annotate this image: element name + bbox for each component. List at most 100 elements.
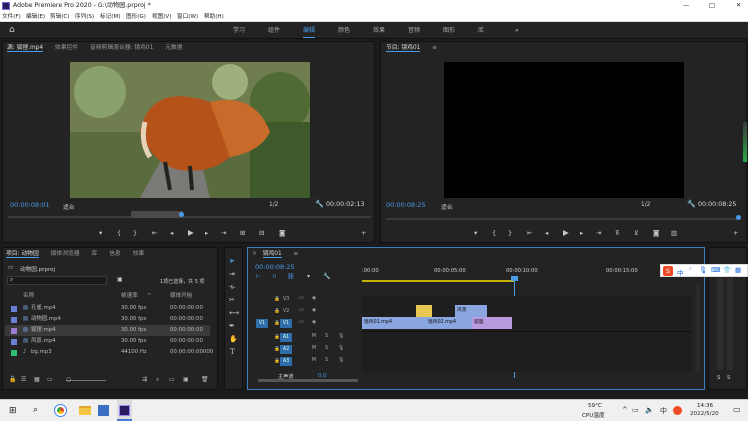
tab-info[interactable]: 信息 <box>109 251 121 257</box>
linked-selection-icon[interactable]: ⛓ <box>287 273 295 280</box>
home-icon[interactable]: ⌂ <box>9 25 15 35</box>
menu-help[interactable]: 帮助(H) <box>204 12 224 22</box>
zoom-slider-handle[interactable]: ○ <box>66 376 71 383</box>
project-item[interactable]: ▤ 风景.mp4 30.00 fps 00:00:00:00 <box>5 336 210 347</box>
project-item[interactable]: ▤ 孔雀.mp4 30.00 fps 00:00:00:00 <box>5 303 210 314</box>
source-scale-select[interactable]: 1/2 <box>269 202 278 208</box>
time-ruler[interactable]: :00:00 00:00:05:00 00:00:10:00 00:00:15:… <box>362 266 697 284</box>
file-explorer-icon[interactable] <box>79 406 91 415</box>
timeline-settings-icon[interactable]: 🔧 <box>323 273 330 280</box>
tab-effect-controls[interactable]: 效果控件 <box>55 45 78 51</box>
new-bin-search-icon[interactable]: ▣ <box>117 276 123 283</box>
clip-sequence02[interactable]: 镜鸡02.mp4 <box>426 317 472 329</box>
mark-in-icon[interactable]: { <box>117 229 121 237</box>
program-mark-in-icon[interactable]: { <box>492 229 496 237</box>
mute-button[interactable]: M <box>312 346 316 351</box>
toolbox-icon[interactable]: ▦ <box>735 266 741 274</box>
eye-icon[interactable]: ◉ <box>312 320 316 325</box>
source-scrubber[interactable] <box>8 216 371 218</box>
chrome-icon[interactable] <box>54 404 67 417</box>
mark-out-icon[interactable]: } <box>133 229 137 237</box>
more-workspaces-icon[interactable]: » <box>515 22 519 39</box>
solo-button[interactable]: S <box>325 346 328 351</box>
play-icon[interactable]: ▶ <box>188 228 194 237</box>
notification-icon[interactable]: ▭ <box>733 405 741 414</box>
track-sync-icon[interactable]: ▭ <box>299 308 304 313</box>
workspace-graphics[interactable]: 图形 <box>443 22 455 39</box>
column-framerate[interactable]: 帧速率 <box>121 291 138 302</box>
icon-view-icon[interactable]: ▦ <box>34 376 40 383</box>
menu-marker[interactable]: 标记(M) <box>100 12 120 22</box>
go-to-out-icon[interactable]: ⇥ <box>221 229 226 237</box>
timeline-horizontal-scrollbar[interactable] <box>258 379 358 382</box>
menu-file[interactable]: 文件(F) <box>2 12 21 22</box>
clip-scenery[interactable]: 风景 <box>455 305 487 317</box>
minimize-button[interactable]: — <box>683 0 689 12</box>
step-back-icon[interactable]: ◂ <box>170 229 173 237</box>
slip-tool-icon[interactable]: ⟷ <box>229 309 239 317</box>
snap-icon[interactable]: ∩ <box>272 273 276 280</box>
punctuation-icon[interactable]: ᐟ <box>689 266 692 274</box>
tab-metadata[interactable]: 元数据 <box>165 45 182 51</box>
workspace-audio[interactable]: 音频 <box>408 22 420 39</box>
network-icon[interactable]: ▭ <box>632 406 639 414</box>
find-icon[interactable]: ⌕ <box>156 376 159 384</box>
track-lock-icon[interactable]: 🔒 <box>274 297 280 302</box>
program-step-back-icon[interactable]: ◂ <box>545 229 548 237</box>
track-sync-icon[interactable]: ▭ <box>299 320 304 325</box>
marker-icon[interactable]: ▾ <box>99 229 102 237</box>
keyboard-icon[interactable]: ⌨ <box>711 266 720 274</box>
program-marker-icon[interactable]: ▾ <box>474 229 477 237</box>
program-export-frame-icon[interactable]: ◙ <box>653 229 659 237</box>
workspace-learn[interactable]: 学习 <box>233 22 245 39</box>
windows-start-icon[interactable]: ⊞ <box>9 406 17 416</box>
solo-button[interactable]: S <box>325 334 328 339</box>
work-area-bar[interactable] <box>362 280 514 282</box>
tab-program[interactable]: 节目: 镜鸡01 <box>386 45 421 52</box>
program-wrench-icon[interactable]: 🔧 <box>687 200 696 208</box>
new-bin-icon[interactable]: ▭ <box>169 376 175 383</box>
nest-icon[interactable]: ⊢ <box>256 273 261 280</box>
eye-icon[interactable]: ◉ <box>312 296 316 301</box>
clip-fox[interactable]: 狐狸 <box>472 317 512 329</box>
playhead-head[interactable] <box>511 276 518 281</box>
close-sequence-icon[interactable]: × <box>252 251 257 257</box>
volume-icon[interactable]: 🔈 <box>645 406 654 414</box>
automate-to-sequence-icon[interactable]: ⇶ <box>142 376 147 383</box>
taskbar-search-icon[interactable]: ⌕ <box>33 405 38 415</box>
clock-time[interactable]: 14:36 <box>697 403 713 409</box>
mute-button[interactable]: M <box>312 334 316 339</box>
workspace-libraries[interactable]: 库 <box>478 22 484 39</box>
add-button-icon[interactable]: + <box>361 229 366 237</box>
ripple-edit-tool-icon[interactable]: ⟛ <box>229 283 235 292</box>
track-label-a3[interactable]: A3 <box>280 357 292 366</box>
program-go-in-icon[interactable]: ⇤ <box>527 229 532 237</box>
sogou-tray-icon[interactable] <box>673 406 682 415</box>
premiere-taskbar-button[interactable] <box>117 400 132 421</box>
column-media-start[interactable]: 媒体开始 <box>170 291 192 302</box>
show-hidden-icons-icon[interactable]: ^ <box>622 406 628 414</box>
mic-icon[interactable]: 🎙 <box>338 358 344 363</box>
freeform-view-icon[interactable]: ▭ <box>47 376 53 383</box>
type-tool-icon[interactable]: T <box>230 348 235 356</box>
project-item-selected[interactable]: ▤ 狐狸.mp4 30.00 fps 00:00:00:00 <box>5 325 210 336</box>
panel-menu-icon[interactable]: ≡ <box>432 45 437 51</box>
write-protect-icon[interactable]: 🔓 <box>9 376 16 383</box>
new-item-icon[interactable]: ▣ <box>183 376 189 383</box>
menu-graphics[interactable]: 图形(G) <box>126 12 146 22</box>
clip-sequence01[interactable]: 镜鸡01.mp4 <box>362 317 426 329</box>
source-timecode[interactable]: 00:00:08:01 <box>10 201 50 209</box>
source-fit-select[interactable]: 适合 <box>63 202 75 211</box>
program-playhead[interactable] <box>736 215 741 220</box>
solo-right-button[interactable]: S <box>727 375 730 381</box>
workspace-color[interactable]: 颜色 <box>338 22 350 39</box>
track-label-v1[interactable]: V1 <box>280 319 292 328</box>
clear-icon[interactable]: 🗑 <box>201 376 209 383</box>
program-step-forward-icon[interactable]: ▸ <box>580 229 583 237</box>
menu-clip[interactable]: 剪辑(C) <box>50 12 69 22</box>
timeline-timecode[interactable]: 00:00:08:25 <box>255 263 295 271</box>
clock-date[interactable]: 2022/5/20 <box>690 411 719 417</box>
track-label-a2[interactable]: A2 <box>280 345 292 354</box>
source-patch-v1[interactable]: V1 <box>256 319 268 328</box>
tab-sequence[interactable]: 镜鸡01 <box>262 251 282 258</box>
